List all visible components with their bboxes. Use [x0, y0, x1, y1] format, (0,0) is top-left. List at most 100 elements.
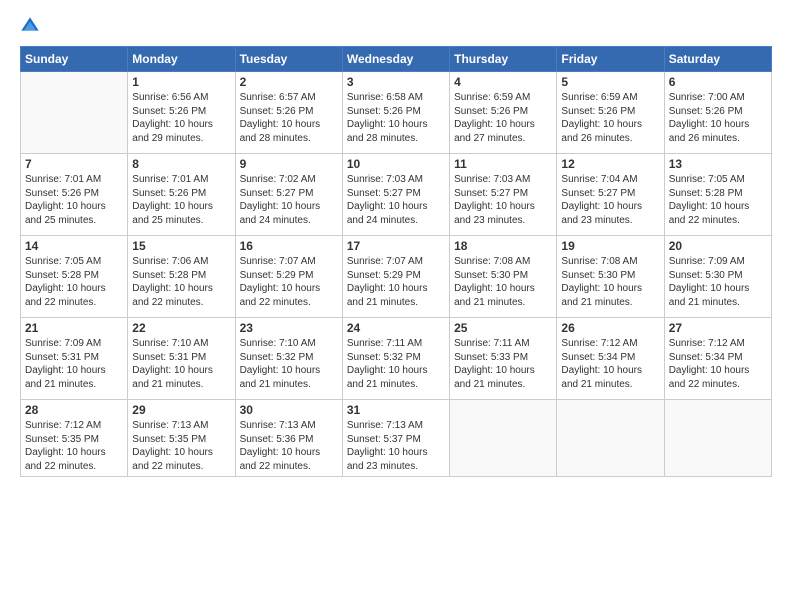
- day-number: 1: [132, 75, 230, 89]
- day-info: Sunrise: 6:56 AMSunset: 5:26 PMDaylight:…: [132, 91, 230, 145]
- calendar-day-cell: 29Sunrise: 7:13 AMSunset: 5:35 PMDayligh…: [128, 400, 235, 477]
- calendar-day-cell: 20 Sunrise: 7:09 AMSunset: 5:30 PMDayligh…: [664, 236, 771, 318]
- calendar-day-cell: 30 Sunrise: 7:13 AMSunset: 5:36 PMDayligh…: [235, 400, 342, 477]
- day-info: Sunrise: 7:12 AMSunset: 5:34 PMDaylight:…: [669, 337, 767, 391]
- day-info: Sunrise: 7:09 AMSunset: 5:31 PMDaylight:…: [25, 337, 123, 391]
- day-info: Sunrise: 7:10 AMSunset: 5:32 PMDaylight:…: [240, 337, 338, 391]
- day-number: 27: [669, 321, 767, 335]
- calendar-header-sunday: Sunday: [21, 47, 128, 72]
- logo: [20, 16, 44, 36]
- calendar-day-cell: 21 Sunrise: 7:09 AMSunset: 5:31 PMDayligh…: [21, 318, 128, 400]
- calendar-day-cell: [450, 400, 557, 477]
- day-info: Sunrise: 7:01 AMSunset: 5:26 PMDaylight:…: [132, 173, 230, 227]
- calendar-week-row: 1 Sunrise: 6:56 AMSunset: 5:26 PMDaylight…: [21, 72, 772, 154]
- calendar-week-row: 14Sunrise: 7:05 AMSunset: 5:28 PMDayligh…: [21, 236, 772, 318]
- calendar-day-cell: [557, 400, 664, 477]
- calendar-header-thursday: Thursday: [450, 47, 557, 72]
- day-number: 31: [347, 403, 445, 417]
- day-info: Sunrise: 6:58 AMSunset: 5:26 PMDaylight:…: [347, 91, 445, 145]
- calendar-day-cell: 1 Sunrise: 6:56 AMSunset: 5:26 PMDaylight…: [128, 72, 235, 154]
- day-info: Sunrise: 7:10 AMSunset: 5:31 PMDaylight:…: [132, 337, 230, 391]
- calendar-day-cell: 10 Sunrise: 7:03 AMSunset: 5:27 PMDayligh…: [342, 154, 449, 236]
- day-info: Sunrise: 7:05 AMSunset: 5:28 PMDaylight:…: [669, 173, 767, 227]
- calendar-day-cell: 17Sunrise: 7:07 AMSunset: 5:29 PMDayligh…: [342, 236, 449, 318]
- calendar-week-row: 28 Sunrise: 7:12 AMSunset: 5:35 PMDayligh…: [21, 400, 772, 477]
- day-info: Sunrise: 7:06 AMSunset: 5:28 PMDaylight:…: [132, 255, 230, 309]
- calendar-day-cell: 24 Sunrise: 7:11 AMSunset: 5:32 PMDayligh…: [342, 318, 449, 400]
- day-number: 26: [561, 321, 659, 335]
- day-info: Sunrise: 7:09 AMSunset: 5:30 PMDaylight:…: [669, 255, 767, 309]
- page: SundayMondayTuesdayWednesdayThursdayFrid…: [0, 0, 792, 612]
- day-number: 28: [25, 403, 123, 417]
- day-info: Sunrise: 7:02 AMSunset: 5:27 PMDaylight:…: [240, 173, 338, 227]
- day-number: 8: [132, 157, 230, 171]
- calendar-day-cell: 13Sunrise: 7:05 AMSunset: 5:28 PMDayligh…: [664, 154, 771, 236]
- calendar-table: SundayMondayTuesdayWednesdayThursdayFrid…: [20, 46, 772, 477]
- day-info: Sunrise: 7:04 AMSunset: 5:27 PMDaylight:…: [561, 173, 659, 227]
- calendar-header-row: SundayMondayTuesdayWednesdayThursdayFrid…: [21, 47, 772, 72]
- day-info: Sunrise: 7:00 AMSunset: 5:26 PMDaylight:…: [669, 91, 767, 145]
- day-info: Sunrise: 6:59 AMSunset: 5:26 PMDaylight:…: [561, 91, 659, 145]
- day-info: Sunrise: 7:01 AMSunset: 5:26 PMDaylight:…: [25, 173, 123, 227]
- day-info: Sunrise: 7:07 AMSunset: 5:29 PMDaylight:…: [240, 255, 338, 309]
- day-number: 30: [240, 403, 338, 417]
- calendar-day-cell: 15 Sunrise: 7:06 AMSunset: 5:28 PMDayligh…: [128, 236, 235, 318]
- calendar-day-cell: 2Sunrise: 6:57 AMSunset: 5:26 PMDaylight…: [235, 72, 342, 154]
- day-number: 21: [25, 321, 123, 335]
- day-number: 17: [347, 239, 445, 253]
- day-number: 19: [561, 239, 659, 253]
- day-info: Sunrise: 6:57 AMSunset: 5:26 PMDaylight:…: [240, 91, 338, 145]
- header: [20, 16, 772, 36]
- calendar-day-cell: 27 Sunrise: 7:12 AMSunset: 5:34 PMDayligh…: [664, 318, 771, 400]
- calendar-day-cell: 9 Sunrise: 7:02 AMSunset: 5:27 PMDaylight…: [235, 154, 342, 236]
- day-info: Sunrise: 7:03 AMSunset: 5:27 PMDaylight:…: [347, 173, 445, 227]
- day-number: 12: [561, 157, 659, 171]
- calendar-week-row: 21 Sunrise: 7:09 AMSunset: 5:31 PMDayligh…: [21, 318, 772, 400]
- day-info: Sunrise: 7:13 AMSunset: 5:35 PMDaylight:…: [132, 419, 230, 473]
- calendar-day-cell: 7Sunrise: 7:01 AMSunset: 5:26 PMDaylight…: [21, 154, 128, 236]
- day-info: Sunrise: 7:03 AMSunset: 5:27 PMDaylight:…: [454, 173, 552, 227]
- day-number: 3: [347, 75, 445, 89]
- day-info: Sunrise: 7:08 AMSunset: 5:30 PMDaylight:…: [561, 255, 659, 309]
- calendar-day-cell: 23 Sunrise: 7:10 AMSunset: 5:32 PMDayligh…: [235, 318, 342, 400]
- day-number: 10: [347, 157, 445, 171]
- day-number: 4: [454, 75, 552, 89]
- day-info: Sunrise: 7:11 AMSunset: 5:32 PMDaylight:…: [347, 337, 445, 391]
- calendar-day-cell: 28 Sunrise: 7:12 AMSunset: 5:35 PMDayligh…: [21, 400, 128, 477]
- calendar-header-saturday: Saturday: [664, 47, 771, 72]
- calendar-header-friday: Friday: [557, 47, 664, 72]
- calendar-day-cell: 5 Sunrise: 6:59 AMSunset: 5:26 PMDaylight…: [557, 72, 664, 154]
- day-number: 5: [561, 75, 659, 89]
- calendar-day-cell: 6 Sunrise: 7:00 AMSunset: 5:26 PMDaylight…: [664, 72, 771, 154]
- calendar-day-cell: 19 Sunrise: 7:08 AMSunset: 5:30 PMDayligh…: [557, 236, 664, 318]
- day-number: 6: [669, 75, 767, 89]
- calendar-header-monday: Monday: [128, 47, 235, 72]
- day-number: 15: [132, 239, 230, 253]
- day-number: 16: [240, 239, 338, 253]
- day-info: Sunrise: 7:12 AMSunset: 5:34 PMDaylight:…: [561, 337, 659, 391]
- calendar-day-cell: 31 Sunrise: 7:13 AMSunset: 5:37 PMDayligh…: [342, 400, 449, 477]
- logo-icon: [20, 16, 40, 36]
- calendar-day-cell: 16 Sunrise: 7:07 AMSunset: 5:29 PMDayligh…: [235, 236, 342, 318]
- calendar-day-cell: 4 Sunrise: 6:59 AMSunset: 5:26 PMDaylight…: [450, 72, 557, 154]
- day-info: Sunrise: 7:13 AMSunset: 5:36 PMDaylight:…: [240, 419, 338, 473]
- calendar-day-cell: [664, 400, 771, 477]
- day-info: Sunrise: 7:08 AMSunset: 5:30 PMDaylight:…: [454, 255, 552, 309]
- day-info: Sunrise: 7:11 AMSunset: 5:33 PMDaylight:…: [454, 337, 552, 391]
- day-number: 20: [669, 239, 767, 253]
- calendar-day-cell: 3 Sunrise: 6:58 AMSunset: 5:26 PMDaylight…: [342, 72, 449, 154]
- day-number: 24: [347, 321, 445, 335]
- day-number: 9: [240, 157, 338, 171]
- day-info: Sunrise: 7:13 AMSunset: 5:37 PMDaylight:…: [347, 419, 445, 473]
- calendar-header-wednesday: Wednesday: [342, 47, 449, 72]
- day-info: Sunrise: 6:59 AMSunset: 5:26 PMDaylight:…: [454, 91, 552, 145]
- calendar-day-cell: 26 Sunrise: 7:12 AMSunset: 5:34 PMDayligh…: [557, 318, 664, 400]
- day-number: 14: [25, 239, 123, 253]
- day-number: 18: [454, 239, 552, 253]
- day-info: Sunrise: 7:12 AMSunset: 5:35 PMDaylight:…: [25, 419, 123, 473]
- day-number: 23: [240, 321, 338, 335]
- calendar-day-cell: 18 Sunrise: 7:08 AMSunset: 5:30 PMDayligh…: [450, 236, 557, 318]
- day-number: 11: [454, 157, 552, 171]
- day-number: 22: [132, 321, 230, 335]
- calendar-day-cell: 22 Sunrise: 7:10 AMSunset: 5:31 PMDayligh…: [128, 318, 235, 400]
